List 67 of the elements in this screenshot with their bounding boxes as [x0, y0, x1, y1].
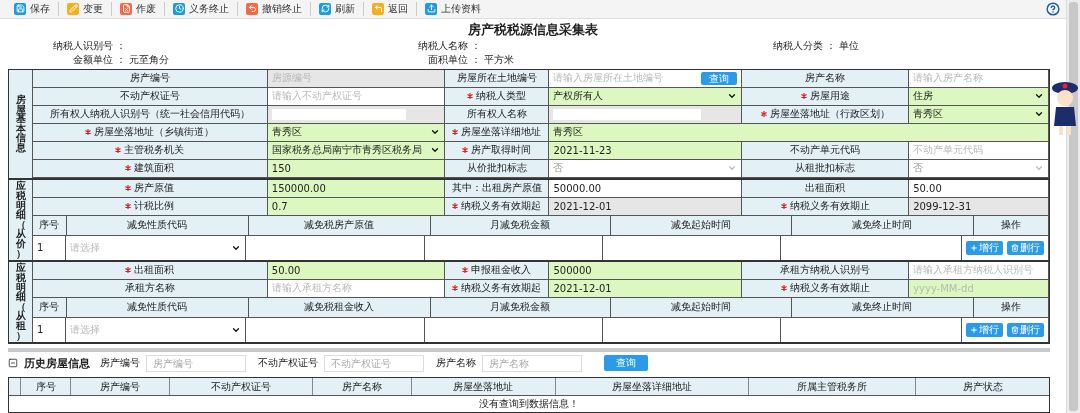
help-icon[interactable]	[1046, 1, 1060, 16]
toolbar-button[interactable]: 变更	[58, 1, 111, 16]
form-title: 房产税税源信息采集表	[467, 20, 599, 39]
collapse-icon[interactable]	[8, 358, 18, 368]
filter-label: 房产名称	[436, 356, 476, 370]
plus-icon	[970, 325, 978, 334]
toolbar-button[interactable]: 保存	[6, 1, 58, 16]
column-header: 房屋坐落详细地址	[556, 378, 749, 395]
info-value: 元至角分	[129, 53, 169, 68]
column-header: 房产编号	[71, 378, 170, 395]
required-icon	[125, 203, 132, 210]
column-header: 所属主管税务所	[748, 378, 917, 395]
trash-icon	[1011, 243, 1019, 252]
required-icon	[760, 111, 767, 118]
section-title: 历史房屋信息	[24, 355, 90, 371]
plus-icon	[970, 243, 978, 252]
info-label: 纳税人名称 ：	[416, 39, 481, 54]
column-header: 房产状态	[961, 379, 1004, 394]
required-icon	[467, 93, 474, 100]
column-header: 不动产权证号	[169, 378, 314, 395]
scrollbar[interactable]	[1066, 0, 1080, 413]
toolbar-button[interactable]: 刷新	[310, 1, 363, 16]
toolbar-button[interactable]: 撤销终止	[237, 1, 310, 16]
column-header: 序号	[20, 378, 72, 395]
required-icon	[125, 267, 132, 274]
info-label: 纳税人分类 ：	[771, 39, 836, 54]
trash-icon	[1011, 325, 1019, 334]
filter-field[interactable]: 房产编号	[146, 354, 246, 372]
mascot-drawing	[1050, 80, 1080, 136]
required-icon	[800, 93, 807, 100]
required-icon	[452, 285, 459, 292]
required-icon	[780, 285, 787, 292]
required-icon	[780, 203, 787, 210]
required-icon	[125, 185, 132, 192]
info-label: 金额单位 ：	[71, 53, 126, 68]
empty-message: 没有查询到数据信息！	[478, 397, 580, 411]
section-label: 应税明细（从价）	[9, 179, 33, 260]
field-label: 房产名称	[742, 69, 910, 88]
filter-field[interactable]: 不动产权证号	[324, 354, 424, 372]
required-icon	[452, 203, 459, 210]
toolbar-button[interactable]: 上传资料	[416, 1, 489, 16]
filter-field[interactable]: 房产名称	[482, 354, 582, 372]
field-label: 房产编号	[33, 69, 268, 88]
required-icon	[85, 129, 92, 136]
filter-label: 房产编号	[100, 356, 140, 370]
required-icon	[115, 147, 122, 154]
toolbar-button[interactable]: 返回	[363, 1, 416, 16]
column-header: 操作	[974, 215, 1049, 236]
required-icon	[452, 129, 459, 136]
required-icon	[125, 165, 132, 172]
toolbar-button[interactable]: 义务终止	[164, 1, 237, 16]
column-header: 序号	[33, 297, 67, 318]
required-icon	[462, 147, 469, 154]
required-icon	[462, 267, 469, 274]
column-header: 操作	[974, 297, 1049, 318]
info-label: 纳税人识别号 ：	[51, 39, 126, 54]
info-value: 单位	[839, 39, 859, 54]
filter-label: 不动产权证号	[258, 356, 318, 370]
column-header: 房屋坐落地址	[411, 378, 557, 395]
section-label: 房屋基本信息	[9, 69, 33, 178]
info-value: 平方米	[484, 53, 514, 68]
info-label: 面积单位 ：	[426, 53, 481, 68]
toolbar-button[interactable]: 作废	[111, 1, 164, 16]
column-header: 序号	[33, 215, 67, 236]
field-label: 房屋所在土地编号	[444, 69, 550, 88]
section-label: 应税明细（从租）	[9, 261, 33, 342]
column-header: 房产名称	[313, 378, 412, 395]
